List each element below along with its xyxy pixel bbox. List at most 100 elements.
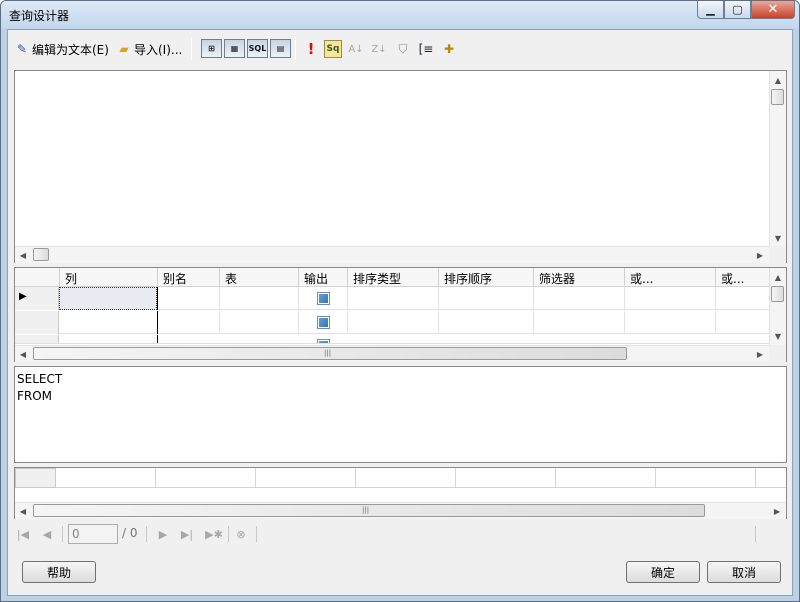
filter-icon: ⛉ (398, 41, 408, 56)
table-row[interactable] (15, 311, 769, 334)
group-by-icon: [≡ (418, 42, 434, 56)
scroll-left-icon[interactable]: ◀ (16, 248, 30, 262)
scroll-thumb[interactable] (33, 248, 49, 261)
table-row[interactable]: ▶ (15, 287, 769, 310)
column-header[interactable]: 输出 (304, 270, 328, 287)
sql-pane[interactable]: SELECT FROM (14, 366, 787, 463)
sort-descending-button[interactable]: Z↓ (370, 40, 388, 58)
scroll-down-icon[interactable]: ▼ (771, 231, 785, 245)
title-bar[interactable]: 查询设计器 ▁ ▢ ✕ (1, 1, 799, 29)
window-title: 查询设计器 (9, 9, 70, 23)
grip-icon: ||| (324, 349, 332, 357)
results-pane-toggle[interactable]: ▤ (270, 39, 291, 58)
scroll-thumb[interactable] (771, 89, 784, 105)
results-horizontal-scrollbar[interactable]: ◀ ||| ▶ (15, 502, 786, 519)
last-record-button[interactable]: ▶| (178, 525, 196, 543)
column-header[interactable]: 列 (65, 270, 77, 287)
scroll-left-icon[interactable]: ◀ (16, 504, 30, 518)
row-selector[interactable] (15, 335, 59, 343)
column-header[interactable]: 排序类型 (353, 270, 401, 287)
edit-as-text-label: 编辑为文本(E) (32, 42, 109, 57)
help-button[interactable]: 帮助 (22, 561, 96, 583)
column-header[interactable]: 别名 (163, 270, 187, 287)
results-pane[interactable]: ◀ ||| ▶ (14, 467, 787, 519)
sort-ascending-button[interactable]: A↓ (347, 40, 365, 58)
minimize-button[interactable]: ▁ (697, 1, 724, 19)
results-grid[interactable] (56, 468, 786, 488)
verify-sql-button[interactable]: Sq (324, 40, 342, 58)
sort-descending-icon: Z↓ (371, 43, 387, 55)
column-header[interactable]: 或... (721, 270, 744, 287)
sql-pane-toggle[interactable]: SQL (247, 39, 268, 58)
row-selector[interactable] (15, 311, 59, 334)
add-table-icon: ✚ (443, 42, 455, 56)
column-header[interactable]: 排序顺序 (444, 270, 492, 287)
sql-pane-label: SQL (248, 44, 267, 53)
record-total: / 0 (122, 526, 138, 540)
scroll-thumb[interactable] (771, 286, 784, 302)
next-record-icon: ▶ (158, 527, 168, 541)
grid-vertical-scrollbar[interactable]: ▲ ▼ (769, 268, 786, 345)
grid-cell-active[interactable] (59, 287, 157, 310)
next-record-button[interactable]: ▶ (154, 525, 172, 543)
ok-button[interactable]: 确定 (626, 561, 700, 583)
grid-header: 列 别名 表 输出 排序类型 排序顺序 筛选器 或... 或... (15, 268, 769, 287)
diagram-pane[interactable]: ▲ ▼ ◀ ▶ (14, 70, 787, 263)
column-header[interactable]: 或... (630, 270, 653, 287)
row-selector[interactable]: ▶ (15, 287, 59, 310)
grid-horizontal-scrollbar[interactable]: ◀ ||| ▶ (15, 345, 769, 362)
close-button[interactable]: ✕ (751, 1, 795, 19)
folder-open-icon: ▰ (119, 42, 129, 56)
query-designer-window: 查询设计器 ▁ ▢ ✕ ✎ 编辑为文本(E) ▰ 导入(I)... ⊞ ▦ SQ… (0, 0, 800, 602)
cancel-button[interactable]: 取消 (707, 561, 781, 583)
scroll-thumb[interactable]: ||| (33, 504, 705, 517)
toolbar-separator (295, 38, 296, 60)
toolbar: ✎ 编辑为文本(E) ▰ 导入(I)... ⊞ ▦ SQL ▤ ! Sq A↓ … (8, 30, 792, 66)
scroll-corner (769, 345, 786, 362)
import-button[interactable]: ▰ 导入(I)... (116, 39, 182, 59)
current-row-arrow-icon: ▶ (19, 291, 27, 302)
column-header[interactable]: 筛选器 (539, 270, 575, 287)
new-record-button[interactable]: ▶✱ (202, 525, 226, 543)
run-button[interactable]: ! (302, 40, 320, 58)
scroll-left-icon[interactable]: ◀ (16, 347, 30, 361)
edit-as-text-button[interactable]: ✎ 编辑为文本(E) (14, 39, 109, 59)
output-checkbox[interactable] (317, 292, 330, 305)
import-label: 导入(I)... (134, 42, 183, 57)
diagram-pane-icon: ⊞ (208, 44, 215, 53)
diagram-vertical-scrollbar[interactable]: ▲ ▼ (769, 71, 786, 246)
record-number-input[interactable] (68, 524, 118, 544)
scroll-up-icon[interactable]: ▲ (771, 73, 785, 87)
first-record-button[interactable]: |◀ (14, 525, 32, 543)
diagram-horizontal-scrollbar[interactable]: ◀ ▶ (15, 246, 769, 263)
stop-button[interactable]: ⊗ (232, 525, 250, 543)
scroll-right-icon[interactable]: ▶ (753, 347, 767, 361)
verify-sql-icon: Sq (326, 44, 340, 54)
filter-button[interactable]: ⛉ (394, 40, 412, 58)
scroll-thumb[interactable]: ||| (33, 347, 627, 360)
table-row[interactable] (15, 335, 769, 344)
scroll-up-icon[interactable]: ▲ (771, 270, 785, 284)
scroll-corner (769, 246, 786, 263)
edit-text-icon: ✎ (16, 42, 28, 56)
results-pane-icon: ▤ (276, 44, 285, 53)
previous-record-button[interactable]: ◀ (38, 525, 56, 543)
exclamation-icon: ! (307, 40, 315, 58)
scroll-down-icon[interactable]: ▼ (771, 329, 785, 343)
add-table-button[interactable]: ✚ (440, 40, 458, 58)
grid-pane-icon: ▦ (230, 44, 239, 53)
diagram-pane-toggle[interactable]: ⊞ (201, 39, 222, 58)
record-navigator: |◀ ◀ / 0 ▶ ▶| ▶✱ ⊗ (14, 521, 787, 547)
add-group-by-button[interactable]: [≡ (417, 40, 435, 58)
scroll-right-icon[interactable]: ▶ (770, 504, 784, 518)
grid-pane-toggle[interactable]: ▦ (224, 39, 245, 58)
dialog-client-area: ✎ 编辑为文本(E) ▰ 导入(I)... ⊞ ▦ SQL ▤ ! Sq A↓ … (7, 29, 793, 596)
maximize-button[interactable]: ▢ (724, 1, 751, 19)
first-record-icon: |◀ (16, 527, 30, 541)
column-header[interactable]: 表 (225, 270, 237, 287)
output-checkbox[interactable] (317, 339, 330, 343)
output-checkbox[interactable] (317, 316, 330, 329)
scroll-right-icon[interactable]: ▶ (753, 248, 767, 262)
sql-text-editor[interactable]: SELECT FROM (17, 371, 62, 405)
grid-pane[interactable]: 列 别名 表 输出 排序类型 排序顺序 筛选器 或... 或... ▶ ▲ ▼ … (14, 267, 787, 362)
